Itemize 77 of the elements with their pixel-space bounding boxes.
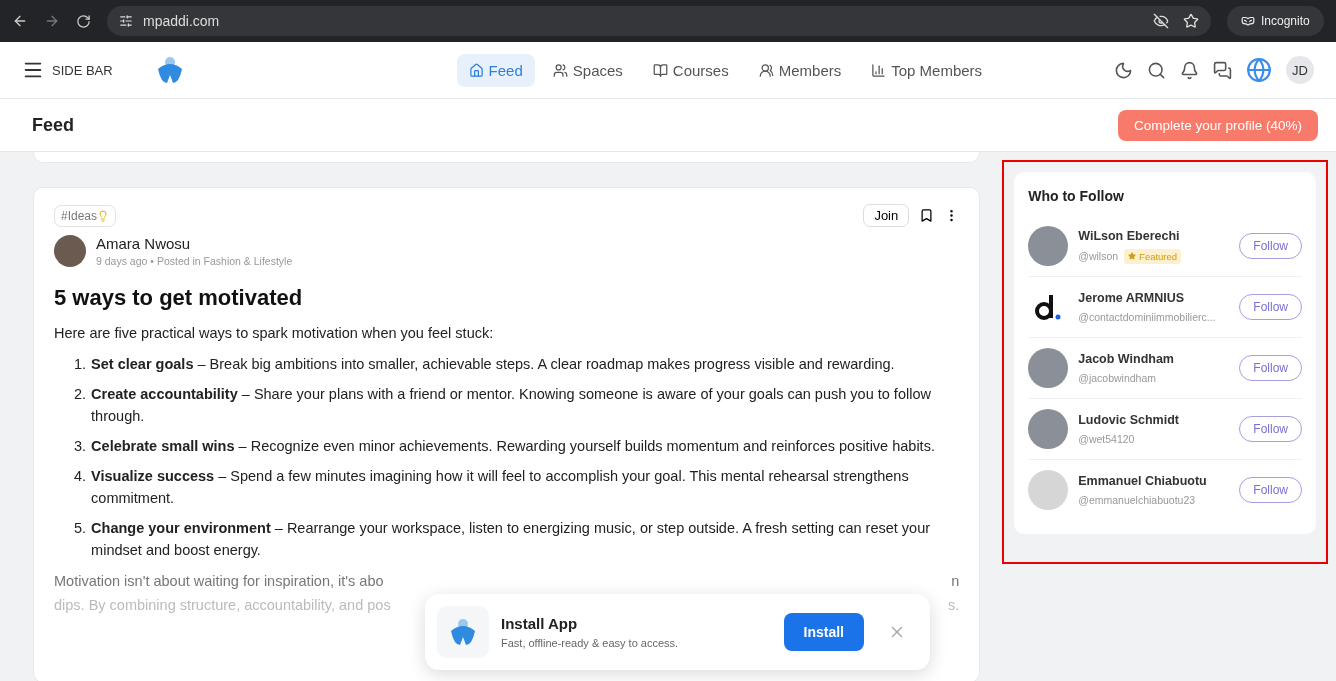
tag-chip[interactable]: #Ideas (54, 204, 117, 227)
follow-button[interactable]: Follow (1239, 477, 1302, 503)
chat-icon[interactable] (1213, 60, 1232, 80)
list-item-text: Visualize success – Spend a few minutes imagining how it will feel to accomplish your goal. This mental rehearsal strengthens commitment. (91, 467, 910, 508)
avatar-photo (1028, 226, 1069, 266)
lightbulb-icon (97, 209, 110, 222)
bell-icon[interactable] (1180, 60, 1199, 80)
list-item-text: Create accountability – Share your plans with a friend or mentor. Knowing someone is aware of your goals can push you to follow through. (91, 385, 932, 426)
moon-icon[interactable] (1114, 60, 1133, 80)
incognito-icon (1241, 14, 1255, 28)
avatar-placeholder (1028, 470, 1069, 510)
search-icon[interactable] (1147, 60, 1166, 80)
incognito-badge[interactable]: Incognito (1227, 6, 1324, 36)
nav-tab[interactable]: Feed (456, 53, 535, 87)
person-name: Emmanuel Chiabuotu (1078, 474, 1207, 488)
person-handle: @wilson (1078, 250, 1119, 262)
list-item-text: Change your environment – Rearrange your workspace, listen to energizing music, or step outside. A fresh setting can reset your mindset and boost energy. (91, 519, 932, 560)
user-avatar[interactable]: JD (1286, 56, 1314, 84)
tab-icon (552, 62, 568, 78)
person-name: WiLson Eberechi (1078, 228, 1181, 243)
tab-icon (871, 62, 887, 78)
post-text: s. (947, 596, 960, 615)
tab-icon (652, 62, 668, 78)
nav-tab[interactable]: Top Members (859, 53, 995, 87)
star-icon (1128, 252, 1137, 260)
follow-button[interactable]: Follow (1239, 294, 1302, 320)
person-name: Ludovic Schmidt (1078, 413, 1179, 427)
tab-icon (758, 62, 774, 78)
list-item-text: Set clear goals – Break big ambitions into smaller, achievable steps. A clear roadmap makes progress visible and rewarding. (91, 355, 895, 374)
follow-button[interactable]: Follow (1239, 233, 1302, 259)
tab-icon (468, 62, 484, 78)
join-button[interactable]: Join (863, 204, 910, 227)
url-text: mpaddi.com (143, 13, 220, 29)
follow-button[interactable]: Follow (1239, 416, 1302, 442)
list-number: 4. (74, 467, 87, 486)
post-text: n (951, 572, 960, 591)
author-name: Amara Nwosu (96, 235, 192, 252)
person-handle: @wet54120 (1078, 433, 1135, 445)
avatar-photo (1028, 348, 1069, 388)
eye-off-icon (1153, 13, 1169, 29)
popup-title: Install App (501, 615, 579, 632)
address-bar[interactable]: mpaddi.com (107, 6, 1211, 36)
app-logo-icon (437, 606, 489, 658)
panel-title: Who to Follow (1028, 188, 1125, 204)
person-name: Jerome ARMNIUS (1078, 291, 1186, 305)
list-number: 3. (74, 437, 87, 456)
person-name: Jacob Windham (1078, 352, 1174, 366)
person-handle: @jacobwindham (1078, 372, 1156, 384)
post-title: 5 ways to get motivated (54, 285, 304, 311)
author-avatar (54, 235, 86, 267)
forward-icon[interactable] (44, 13, 60, 29)
sidebar-toggle[interactable]: SIDE BAR (22, 59, 113, 81)
bookmark-star-icon[interactable] (1183, 13, 1199, 29)
person-handle: @contactdominiimmobilierc... (1078, 311, 1216, 323)
post-meta: 9 days ago • Posted in Fashion & Lifestyle (96, 255, 293, 267)
post-text: Motivation isn't about waiting for inspiration, it's abo (54, 572, 384, 591)
nav-tab[interactable]: Spaces (540, 53, 635, 87)
list-number: 5. (74, 519, 87, 538)
featured-badge: Featured (1124, 248, 1182, 264)
post-intro: Here are five practical ways to spark motivation when you feel stuck: (54, 325, 495, 341)
page-title: Feed (32, 114, 74, 136)
globe-icon[interactable] (1246, 57, 1272, 83)
bookmark-icon[interactable] (919, 208, 935, 223)
post-text: dips. By combining structure, accountability, and pos (54, 596, 391, 615)
install-button[interactable]: Install (783, 613, 864, 651)
site-settings-icon[interactable] (119, 14, 133, 28)
nav-tab[interactable]: Courses (640, 53, 741, 87)
back-icon[interactable] (12, 13, 28, 29)
follow-button[interactable]: Follow (1239, 355, 1302, 381)
popup-subtitle: Fast, offline-ready & easy to access. (501, 637, 679, 649)
reload-icon[interactable] (76, 13, 91, 29)
list-number: 2. (74, 385, 87, 404)
avatar-photo (1028, 409, 1069, 449)
list-item-text: Celebrate small wins – Recognize even minor achievements. Rewarding yourself builds momentum and reinforces positive habits. (91, 437, 935, 456)
list-number: 1. (74, 355, 87, 374)
person-handle: @emmanuelchiabuotu23 (1078, 494, 1196, 506)
nav-tab[interactable]: Members (746, 53, 854, 87)
